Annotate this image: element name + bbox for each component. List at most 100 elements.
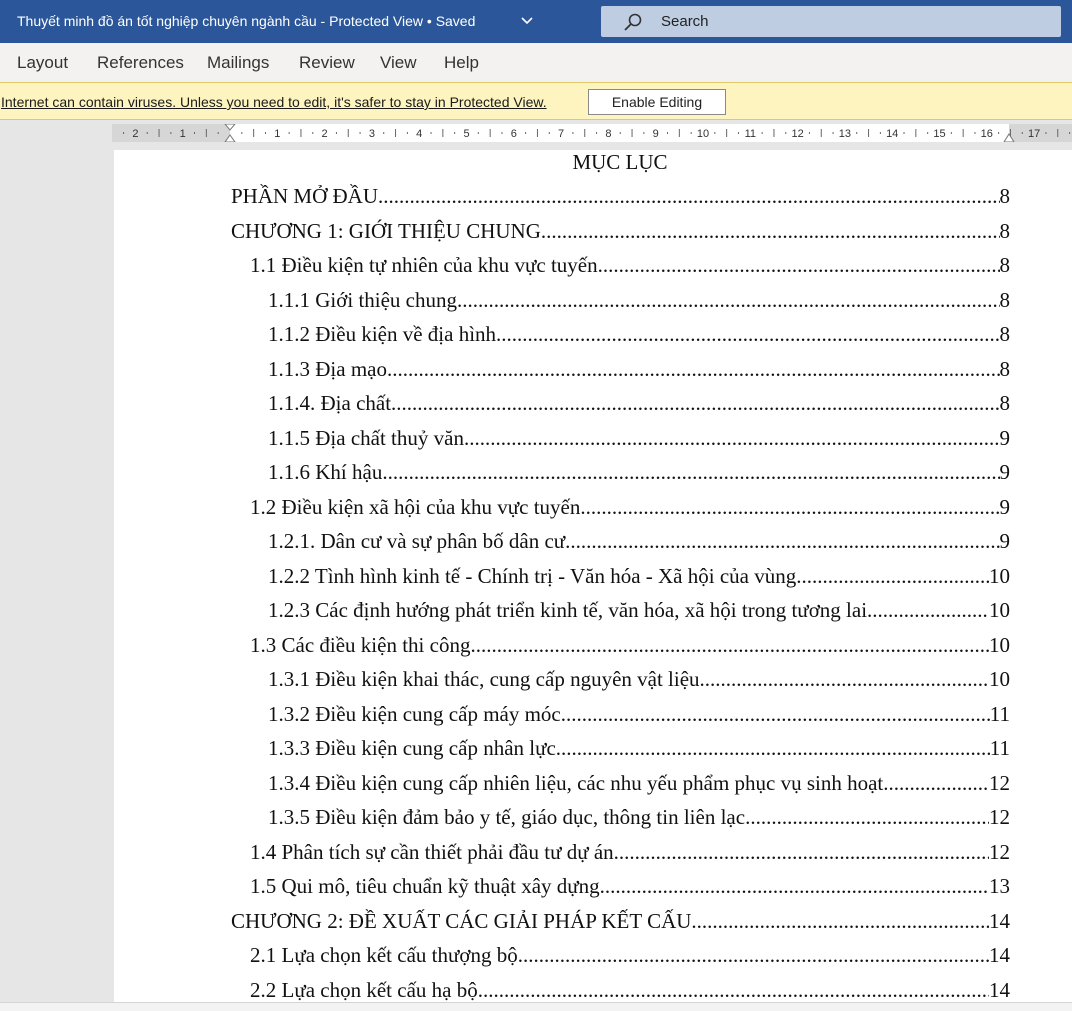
toc-page-number: 10 — [989, 563, 1010, 588]
tab-layout[interactable]: Layout — [17, 53, 68, 73]
toc-entry[interactable]: 1.2 Điều kiện xã hội của khu vực tuyến 9 — [250, 495, 1010, 521]
toc-dot-leader — [464, 426, 1000, 451]
toc-entry-label: 1.1 Điều kiện tự nhiên của khu vực tuyến — [250, 253, 598, 277]
toc-entry[interactable]: 1.1.3 Địa mạo 8 — [268, 357, 1010, 383]
toc-entry[interactable]: 1.1.6 Khí hậu 9 — [268, 460, 1010, 486]
toc-entry[interactable]: 1.3.2 Điều kiện cung cấp máy móc 11 — [268, 702, 1010, 728]
ruler-label: 10 — [697, 128, 709, 140]
toc-entry[interactable]: 1.1.2 Điều kiện về địa hình 8 — [268, 322, 1010, 348]
toc-dot-leader — [457, 288, 1000, 313]
chevron-down-icon[interactable] — [520, 14, 534, 28]
toc-entry[interactable]: 1.1 Điều kiện tự nhiên của khu vực tuyến… — [250, 253, 1010, 279]
toc-page-number: 12 — [989, 839, 1010, 864]
title-bar: Thuyết minh đồ án tốt nghiệp chuyên ngàn… — [0, 0, 1072, 43]
toc-entry-label: 1.2.2 Tình hình kinh tế - Chính trị - Vă… — [268, 563, 797, 588]
toc-entry[interactable]: 1.5 Qui mô, tiêu chuẩn kỹ thuật xây dựng… — [250, 874, 1010, 900]
toc-entry-label: 1.5 Qui mô, tiêu chuẩn kỹ thuật xây dựng — [250, 874, 600, 898]
horizontal-ruler[interactable]: 2 1 1 2 3 4 5 6 7 8 9 10 11 12 13 14 15 16 17 — [112, 124, 1072, 142]
toc-entry-label: 2.2 Lựa chọn kết cấu hạ bộ — [250, 977, 478, 1002]
enable-editing-button[interactable]: Enable Editing — [588, 89, 726, 115]
toc-entry[interactable]: 1.1.5 Địa chất thuỷ văn 9 — [268, 426, 1010, 452]
toc-entry-label: 1.2.3 Các định hướng phát triển kinh tế,… — [268, 598, 868, 622]
ruler-label: 11 — [745, 128, 756, 140]
toc-entry[interactable]: 1.2.3 Các định hướng phát triển kinh tế,… — [268, 598, 1010, 624]
ribbon-tabs: Layout References Mailings Review View H… — [0, 43, 1072, 82]
toc-entry[interactable]: 1.4 Phân tích sự cần thiết phải đầu tư d… — [250, 840, 1010, 866]
toc-entry-label: 1.3.2 Điều kiện cung cấp máy móc — [268, 701, 561, 726]
toc-entry[interactable]: 1.1.4. Địa chất 8 — [268, 391, 1010, 417]
search-box[interactable]: Search — [601, 6, 1061, 37]
toc-entry-label: CHƯƠNG 2: ĐỀ XUẤT CÁC GIẢI PHÁP KẾT CẤU — [231, 908, 692, 933]
ruler-label: 7 — [558, 128, 564, 140]
toc-page-number: 9 — [999, 460, 1011, 484]
toc-dot-leader — [478, 978, 989, 1003]
toc-dot-leader — [378, 184, 999, 209]
toc-dot-leader — [883, 771, 989, 796]
ruler-label: 1 — [180, 128, 186, 140]
ruler-label: 4 — [416, 128, 422, 140]
toc-entry-label: 1.3 Các điều kiện thi công — [250, 632, 471, 657]
toc-page-number: 10 — [989, 632, 1010, 657]
toc-page-number: 12 — [989, 770, 1010, 795]
search-label: Search — [661, 13, 709, 30]
tab-mailings[interactable]: Mailings — [207, 53, 269, 73]
search-icon — [624, 13, 642, 31]
toc-dot-leader — [867, 598, 989, 623]
toc-entry[interactable]: 1.3.3 Điều kiện cung cấp nhân lực 11 — [268, 736, 1010, 762]
toc-entry[interactable]: CHƯƠNG 1: GIỚI THIỆU CHUNG 8 — [231, 219, 1010, 245]
toc-dot-leader — [496, 322, 999, 347]
toc-dot-leader — [518, 943, 989, 968]
ruler-label: 5 — [463, 128, 469, 140]
ruler-label: 16 — [981, 128, 993, 140]
toc-entry[interactable]: 1.2.1. Dân cư và sự phân bố dân cư 9 — [268, 529, 1010, 555]
toc-entry[interactable]: 2.2 Lựa chọn kết cấu hạ bộ 14 — [250, 978, 1010, 1003]
toc-entry[interactable]: CHƯƠNG 2: ĐỀ XUẤT CÁC GIẢI PHÁP KẾT CẤU 1… — [231, 909, 1010, 935]
toc-entry-label: 1.3.4 Điều kiện cung cấp nhiên liệu, các… — [268, 770, 884, 795]
document-page[interactable]: MỤC LỤC PHẦN MỞ ĐẦU8 CHƯƠNG 1: GIỚI THIỆU… — [114, 150, 1072, 1002]
toc-dot-leader — [556, 736, 990, 761]
ruler-label: 13 — [839, 128, 851, 140]
toc-page-number: 12 — [989, 805, 1010, 829]
toc-dot-leader — [745, 805, 989, 830]
toc-entry-label: 2.1 Lựa chọn kết cấu thượng bộ — [250, 943, 518, 967]
toc-entry-label: 1.3.3 Điều kiện cung cấp nhân lực — [268, 736, 556, 760]
tab-view[interactable]: View — [380, 53, 417, 73]
toc-entry[interactable]: 1.3 Các điều kiện thi công 10 — [250, 633, 1010, 659]
toc-entry-label: 1.1.2 Điều kiện về địa hình — [268, 322, 497, 346]
toc-entry-label: CHƯƠNG 1: GIỚI THIỆU CHUNG — [231, 218, 541, 243]
toc-page-number: 8 — [999, 184, 1011, 208]
toc-dot-leader — [700, 667, 989, 692]
toc-page-number: 8 — [999, 287, 1011, 312]
toc-title: MỤC LỤC — [572, 150, 668, 174]
toc-entry-label: 1.1.4. Địa chất — [268, 391, 392, 415]
protected-view-bar: Internet can contain viruses. Unless you… — [0, 82, 1072, 120]
toc-page-number: 13 — [989, 874, 1010, 898]
status-bar — [0, 1002, 1072, 1011]
toc-dot-leader — [600, 874, 989, 899]
toc-entry[interactable]: 1.3.1 Điều kiện khai thác, cung cấp nguy… — [268, 667, 1010, 693]
ruler-label: 17 — [1028, 128, 1040, 140]
toc-dot-leader — [470, 633, 989, 658]
toc-dot-leader — [382, 460, 999, 485]
toc-entry[interactable]: 1.3.5 Điều kiện đảm bảo y tế, giáo dục, … — [268, 805, 1010, 831]
toc-entry[interactable]: PHẦN MỞ ĐẦU 8 — [231, 184, 1010, 210]
tab-help[interactable]: Help — [444, 53, 479, 73]
document-title[interactable]: Thuyết minh đồ án tốt nghiệp chuyên ngàn… — [17, 13, 475, 29]
toc-page-number: 11 — [989, 736, 1010, 760]
ruler-label: 14 — [886, 128, 898, 140]
toc-dot-leader — [541, 219, 1000, 244]
toc-entry[interactable]: 1.1.1 Giới thiệu chung 8 — [268, 288, 1010, 314]
tab-review[interactable]: Review — [299, 53, 355, 73]
toc-entry-label: 1.2 Điều kiện xã hội của khu vực tuyến — [250, 494, 581, 519]
toc-dot-leader — [391, 391, 999, 416]
toc-entry[interactable]: 1.2.2 Tình hình kinh tế - Chính trị - Vă… — [268, 564, 1010, 590]
toc-entry[interactable]: 2.1 Lựa chọn kết cấu thượng bộ 14 — [250, 943, 1010, 969]
toc-page-number: 14 — [989, 943, 1010, 967]
ruler-right-margin — [1009, 124, 1072, 142]
tab-references[interactable]: References — [97, 53, 184, 73]
ruler-label: 6 — [511, 128, 517, 140]
toc-entry[interactable]: 1.3.4 Điều kiện cung cấp nhiên liệu, các… — [268, 771, 1010, 797]
ruler-label: 3 — [369, 128, 375, 140]
toc-dot-leader — [614, 840, 989, 865]
protected-view-message[interactable]: Internet can contain viruses. Unless you… — [1, 94, 547, 110]
